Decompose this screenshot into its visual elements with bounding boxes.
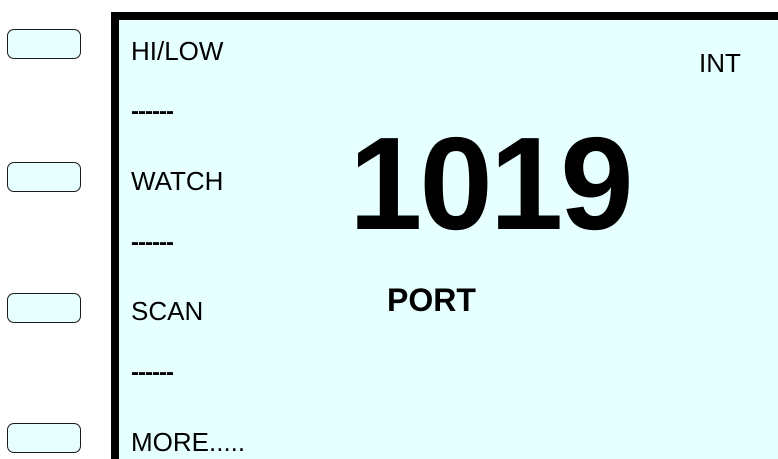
- menu-item-watch[interactable]: WATCH: [131, 166, 223, 196]
- channel-mode-indicator: INT: [699, 48, 741, 78]
- lcd-display: HI/LOW ------ WATCH ------ SCAN ------ M…: [119, 20, 778, 459]
- menu-item-scan[interactable]: SCAN: [131, 296, 203, 326]
- menu-item-hi-low[interactable]: HI/LOW: [131, 36, 223, 66]
- softkey-2-button[interactable]: [7, 162, 81, 192]
- menu-separator: ------: [131, 359, 174, 386]
- menu-separator: ------: [131, 98, 174, 125]
- softkey-3-button[interactable]: [7, 293, 81, 323]
- station-location-label: PORT: [387, 282, 476, 318]
- softkey-4-button[interactable]: [7, 423, 81, 453]
- menu-separator: ------: [131, 229, 174, 256]
- lcd-bezel: HI/LOW ------ WATCH ------ SCAN ------ M…: [111, 12, 778, 459]
- menu-item-more[interactable]: MORE.....: [131, 427, 245, 457]
- softkey-1-button[interactable]: [7, 29, 81, 59]
- channel-number: 1019: [349, 110, 634, 257]
